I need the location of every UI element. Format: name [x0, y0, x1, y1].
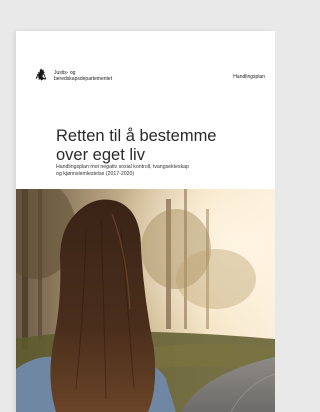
- cover-subtitle-line-1: Handlingsplan mot negativ sosial kontrol…: [56, 164, 189, 170]
- cover-subtitle: Handlingsplan mot negativ sosial kontrol…: [56, 164, 256, 178]
- cover-header: Justis- og beredskapsdepartementet Handl…: [16, 31, 275, 91]
- cover-subtitle-line-2: og kjønnslemlestelse (2017-2020): [56, 171, 135, 177]
- norwegian-lion-crest-icon: [35, 68, 47, 81]
- department-line-2: beredskapsdepartementet: [54, 76, 113, 82]
- cover-title-line-2: over eget liv: [56, 146, 145, 164]
- department-name: Justis- og beredskapsdepartementet: [54, 70, 112, 82]
- cover-title: Retten til å bestemme over eget liv: [56, 127, 266, 165]
- cover-photo: [16, 189, 275, 412]
- document-type-label: Handlingsplan: [233, 74, 265, 80]
- cover-title-line-1: Retten til å bestemme: [56, 127, 217, 145]
- document-cover-page: Justis- og beredskapsdepartementet Handl…: [16, 31, 275, 412]
